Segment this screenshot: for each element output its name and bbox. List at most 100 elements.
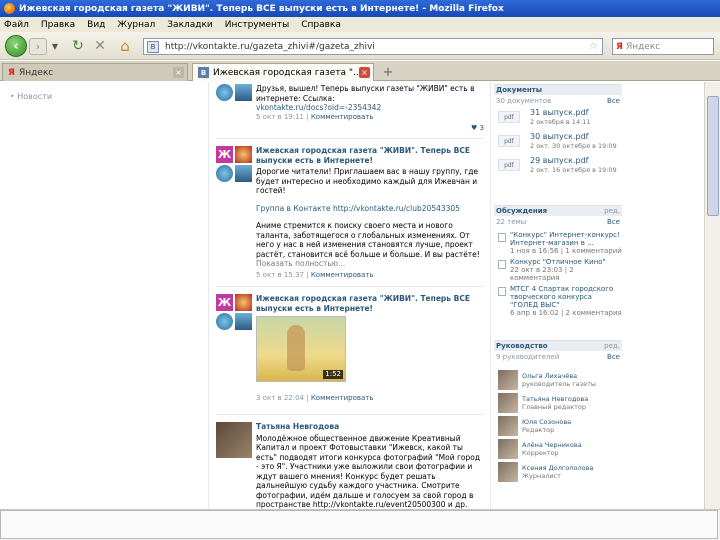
discussions-count: 22 темы	[496, 217, 527, 226]
leader-name[interactable]: Ксения Долгополова	[522, 464, 593, 472]
comment-link[interactable]: Комментировать	[311, 113, 374, 121]
window-title: Ижевская городская газета "ЖИВИ". Теперь…	[19, 3, 504, 14]
site-identity-icon[interactable]: B	[147, 40, 159, 53]
group-avatar[interactable]: Ж	[216, 294, 252, 330]
like-count: 3	[479, 124, 484, 132]
leader-role: Корректор	[522, 449, 559, 457]
home-button[interactable]: ⌂	[116, 37, 134, 55]
user-avatar[interactable]	[216, 422, 252, 458]
tab-vkontakte[interactable]: B Ижевская городская газета "... ×	[192, 63, 374, 81]
leaders-header[interactable]: Руководство ред.	[494, 340, 622, 351]
nav-news-link[interactable]: Новости	[17, 92, 52, 101]
discussion-topic[interactable]: Конкурс "Отличное Кино" 22 окт в 23:03 |…	[494, 258, 622, 285]
pdf-file-icon: pdf	[498, 111, 520, 123]
new-tab-button[interactable]: +	[380, 64, 396, 80]
discussion-topic[interactable]: "Конкурс" Интернет-конкурс! Интернет-маг…	[494, 231, 622, 258]
video-figure	[287, 325, 305, 371]
discussions-header[interactable]: Обсуждения ред.	[494, 205, 622, 216]
history-dropdown[interactable]: ▼	[50, 39, 60, 53]
leaders-edit-link[interactable]: ред.	[604, 342, 620, 350]
post-link[interactable]: Группа в Контакте http://vkontakte.ru/cl…	[256, 204, 484, 214]
leader-name[interactable]: Ольга Лихачёва	[522, 372, 577, 380]
post-date[interactable]: 3 окт в 22:04	[256, 394, 304, 402]
leader-item[interactable]: Ольга Лихачёва руководитель газеты	[494, 370, 622, 393]
discussions-all-link[interactable]: Все	[607, 218, 620, 226]
avatar[interactable]	[498, 370, 518, 390]
menu-bookmarks[interactable]: Закладки	[167, 20, 213, 30]
menu-edit[interactable]: Правка	[41, 20, 75, 30]
discussions-block: Обсуждения ред. 22 темы Все "Конкурс" Ин…	[494, 205, 622, 317]
discussion-topic[interactable]: МТСГ 4 Спартак городского творческого ко…	[494, 285, 622, 317]
document-item[interactable]: pdf 31 выпуск.pdf 2 октября в 14:11	[494, 108, 622, 130]
topic-title[interactable]: Конкурс "Отличное Кино" 22 окт в 23:03 |…	[510, 258, 622, 282]
post-date[interactable]: 5 окт в 19:11	[256, 113, 304, 121]
leader-item[interactable]: Ксения Долгополова Журналист	[494, 462, 622, 485]
bookmark-star-icon[interactable]: ☆	[589, 41, 598, 52]
post-author[interactable]: Ижевская городская газета "ЖИВИ". Теперь…	[256, 294, 484, 313]
document-name[interactable]: 31 выпуск.pdf	[530, 108, 588, 117]
documents-header[interactable]: Документы	[494, 84, 622, 95]
documents-all-link[interactable]: Все	[607, 97, 620, 105]
menu-view[interactable]: Вид	[87, 20, 105, 30]
video-thumbnail[interactable]: 1:52	[256, 316, 346, 382]
status-panel	[0, 510, 718, 539]
search-placeholder: Яндекс	[625, 41, 661, 52]
forward-button[interactable]: ›	[29, 38, 47, 55]
group-avatar[interactable]	[216, 84, 252, 120]
post-meta: 3 окт в 22:04 | Комментировать	[256, 394, 374, 402]
menu-history[interactable]: Журнал	[117, 20, 155, 30]
menu-file[interactable]: Файл	[4, 20, 29, 30]
post-date[interactable]: 5 окт в 15:37	[256, 271, 304, 279]
topic-title[interactable]: МТСГ 4 Спартак городского творческого ко…	[510, 285, 622, 317]
comment-link[interactable]: Комментировать	[311, 271, 374, 279]
leader-name[interactable]: Юля Созонова	[522, 418, 571, 426]
search-bar[interactable]: Я Яндекс	[612, 38, 714, 55]
menu-tools[interactable]: Инструменты	[225, 20, 289, 30]
show-more-link[interactable]: Показать полностью...	[256, 259, 484, 269]
avatar[interactable]	[498, 416, 518, 436]
tab-close-icon[interactable]: ×	[173, 67, 184, 78]
comment-link[interactable]: Комментировать	[311, 394, 374, 402]
url-bar[interactable]: B http://vkontakte.ru/gazeta_zhivi#/gaze…	[143, 38, 603, 55]
post-body: Друзья, вышел! Теперь выпуски газеты "ЖИ…	[256, 84, 484, 122]
topic-meta: 6 апр в 16:02 | 2 комментария	[510, 309, 622, 317]
leader-name[interactable]: Алёна Черникова	[522, 441, 582, 449]
document-name[interactable]: 29 выпуск.pdf	[530, 156, 588, 165]
discussions-edit-link[interactable]: ред.	[604, 207, 620, 215]
document-item[interactable]: pdf 30 выпуск.pdf 2 окт. 30 октября в 19…	[494, 132, 622, 154]
topic-title[interactable]: "Конкурс" Интернет-конкурс! Интернет-маг…	[510, 231, 622, 255]
documents-count: 30 документов	[496, 96, 552, 105]
post-link[interactable]: vkontakte.ru/docs?oid=-2354342	[256, 103, 484, 113]
post-author[interactable]: Ижевская городская газета "ЖИВИ". Теперь…	[256, 146, 484, 165]
avatar-tile: Ж	[216, 146, 233, 163]
avatar[interactable]	[498, 393, 518, 413]
leader-item[interactable]: Юля Созонова Редактор	[494, 416, 622, 439]
menu-help[interactable]: Справка	[301, 20, 341, 30]
left-nav: • Новости	[10, 92, 52, 101]
chevron-down-icon: ▼	[51, 41, 59, 51]
post-author[interactable]: Татьяна Невгодова	[256, 422, 484, 432]
leader-item[interactable]: Алёна Черникова Корректор	[494, 439, 622, 462]
avatar[interactable]	[498, 462, 518, 482]
tab-close-icon[interactable]: ×	[359, 67, 370, 78]
document-item[interactable]: pdf 29 выпуск.pdf 2 окт. 16 октября в 19…	[494, 156, 622, 178]
tab-yandex[interactable]: Я Яндекс ×	[2, 63, 188, 81]
vertical-scrollbar[interactable]	[704, 82, 720, 509]
topic-meta: 1 ноя в 16:56 | 1 комментарий	[510, 247, 622, 255]
leader-name[interactable]: Татьяна Невгодова	[522, 395, 588, 403]
like-button[interactable]: ♥ 3	[471, 124, 484, 132]
back-button[interactable]: ‹	[5, 35, 27, 57]
plus-icon: +	[382, 64, 394, 80]
stop-button[interactable]: ✕	[92, 38, 108, 54]
reload-button[interactable]: ↻	[70, 38, 86, 54]
leaders-all-link[interactable]: Все	[607, 353, 620, 361]
post-body: Ижевская городская газета "ЖИВИ". Теперь…	[256, 146, 484, 280]
yandex-favicon-icon: Я	[8, 67, 15, 78]
document-name[interactable]: 30 выпуск.pdf	[530, 132, 588, 141]
avatar[interactable]	[498, 439, 518, 459]
leader-item[interactable]: Татьяна Невгодова Главный редактор	[494, 393, 622, 416]
group-avatar[interactable]: Ж	[216, 146, 252, 182]
avatar-tile	[235, 294, 252, 311]
leader-role: Редактор	[522, 426, 555, 434]
scrollbar-thumb[interactable]	[707, 96, 719, 216]
